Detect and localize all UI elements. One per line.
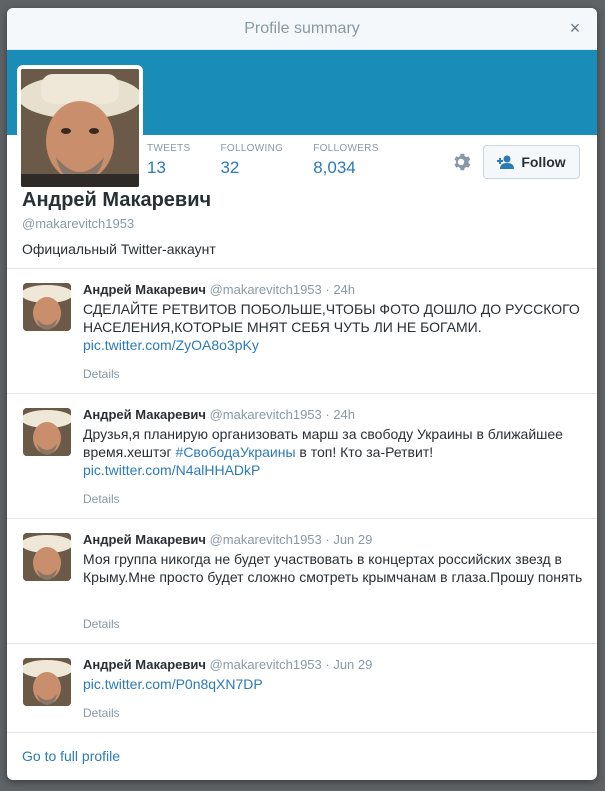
tweet-item[interactable]: Андрей Макаревич @makarevitch1953 · Jun … [7,644,597,733]
tweet-avatar[interactable] [23,408,71,456]
stat-value: 13 [147,158,166,177]
stat-label: FOLLOWERS [313,143,379,154]
modal-title: Profile summary [244,19,360,37]
stat-following[interactable]: FOLLOWING 32 [220,143,283,178]
stat-tweets[interactable]: TWEETS 13 [147,143,190,178]
tweet-author[interactable]: Андрей Макаревич [83,407,206,422]
modal-header: Profile summary × [7,8,597,50]
tweet-header: Андрей Макаревич @makarevitch1953 · Jun … [83,532,372,547]
tweet-avatar[interactable] [23,533,71,581]
follow-label: Follow [521,154,566,170]
tweet-body: СДЕЛАЙТЕ РЕТВИТОВ ПОБОЛЬШЕ,ЧТОБЫ ФОТО ДО… [83,301,580,335]
tweet-link[interactable]: pic.twitter.com/P0n8qXN7DP [83,676,263,692]
stat-value: 8,034 [313,158,356,177]
profile-handle[interactable]: @makarevitch1953 [22,216,134,231]
tweet-time[interactable]: · Jun 29 [325,532,372,547]
tweet-handle[interactable]: @makarevitch1953 [210,532,322,547]
stat-followers[interactable]: FOLLOWERS 8,034 [313,143,379,178]
details-link[interactable]: Details [83,706,120,720]
tweet-time[interactable]: · Jun 29 [325,657,372,672]
profile-stats: TWEETS 13 FOLLOWING 32 FOLLOWERS 8,034 [147,143,409,178]
tweet-list: Андрей Макаревич @makarevitch1953 · 24h … [7,268,597,733]
tweet-header: Андрей Макаревич @makarevitch1953 · 24h [83,407,355,422]
profile-name[interactable]: Андрей Макаревич [22,189,211,212]
full-profile-link[interactable]: Go to full profile [22,748,120,764]
profile-bio: Официальный Twitter-аккаунт [22,241,216,257]
details-link[interactable]: Details [83,367,120,381]
details-link[interactable]: Details [83,617,120,631]
tweet-time[interactable]: · 24h [325,282,355,297]
tweet-author[interactable]: Андрей Макаревич [83,282,206,297]
tweet-avatar[interactable] [23,283,71,331]
stat-label: TWEETS [147,143,191,154]
stat-value: 32 [220,158,240,177]
tweet-body: в топ! Кто за-Ретвит! [295,444,434,460]
gear-icon[interactable] [450,151,472,173]
hashtag-link[interactable]: #СвободаУкраины [176,444,296,460]
close-icon[interactable]: × [565,18,585,38]
add-user-icon [497,155,515,169]
tweet-header: Андрей Макаревич @makarevitch1953 · Jun … [83,657,372,672]
tweet-text: Моя группа никогда не будет участвовать … [83,551,583,585]
tweet-item[interactable]: Андрей Макаревич @makarevitch1953 · Jun … [7,519,597,644]
tweet-header: Андрей Макаревич @makarevitch1953 · 24h [83,282,355,297]
tweet-author[interactable]: Андрей Макаревич [83,532,206,547]
profile-avatar[interactable] [17,65,143,191]
stat-label: FOLLOWING [220,143,284,154]
tweet-text: СДЕЛАЙТЕ РЕТВИТОВ ПОБОЛЬШЕ,ЧТОБЫ ФОТО ДО… [83,300,583,354]
tweet-avatar[interactable] [23,658,71,706]
details-link[interactable]: Details [83,492,120,506]
tweet-item[interactable]: Андрей Макаревич @makarevitch1953 · 24h … [7,269,597,394]
tweet-link[interactable]: pic.twitter.com/N4alHHADkP [83,462,260,478]
tweet-handle[interactable]: @makarevitch1953 [210,657,322,672]
tweet-item[interactable]: Андрей Макаревич @makarevitch1953 · 24h … [7,394,597,519]
tweet-handle[interactable]: @makarevitch1953 [210,282,322,297]
tweet-text: Друзья,я планирую организовать марш за с… [83,425,583,479]
tweet-handle[interactable]: @makarevitch1953 [210,407,322,422]
tweet-text: pic.twitter.com/P0n8qXN7DP [83,675,583,693]
profile-summary-modal: Profile summary × TWEETS 13 FOLLOWING 32… [7,8,597,780]
tweet-link[interactable]: pic.twitter.com/ZyOA8o3pKy [83,337,259,353]
tweet-author[interactable]: Андрей Макаревич [83,657,206,672]
follow-button[interactable]: Follow [483,145,580,179]
tweet-time[interactable]: · 24h [325,407,355,422]
